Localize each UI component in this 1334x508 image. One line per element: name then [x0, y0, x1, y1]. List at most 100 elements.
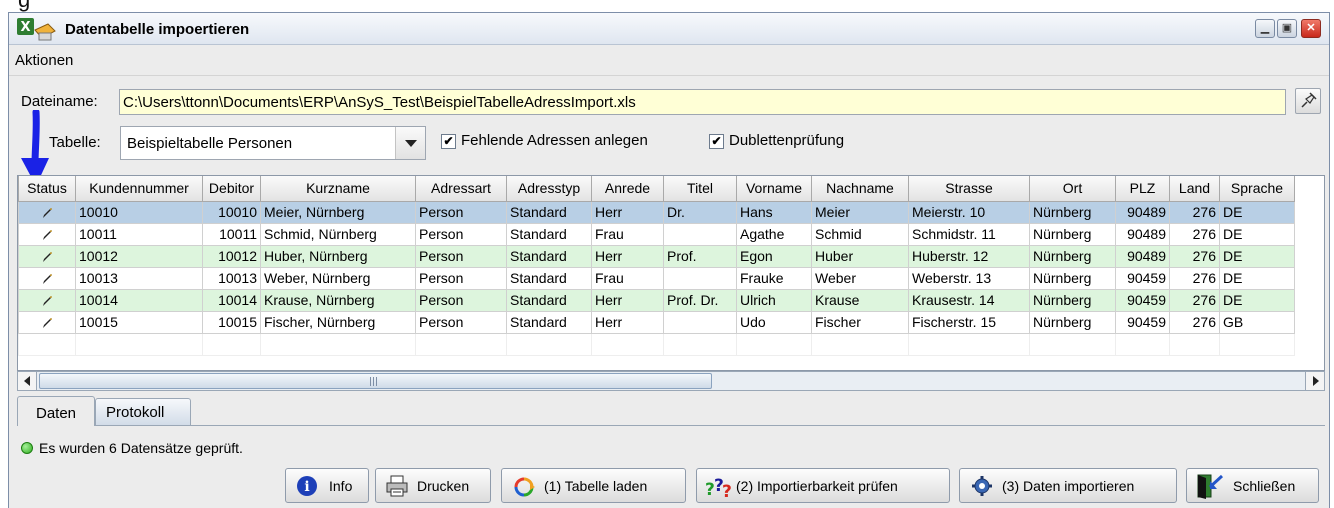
horizontal-scrollbar[interactable]: [17, 371, 1325, 391]
table-cell[interactable]: 90489: [1115, 222, 1170, 246]
table-cell[interactable]: 10013: [202, 266, 261, 290]
data-table[interactable]: Status Kundennummer Debitor Kurzname Adr…: [17, 175, 1325, 371]
table-cell[interactable]: Dr.: [663, 200, 737, 224]
table-cell[interactable]: 276: [1169, 288, 1220, 312]
tabelle-select[interactable]: Beispieltabelle Personen: [120, 126, 426, 160]
table-cell[interactable]: 10011: [75, 222, 203, 246]
table-row[interactable]: 10015 10015 Fischer, Nürnberg Person Standar…: [18, 310, 1295, 334]
column-header[interactable]: Nachname: [811, 176, 909, 202]
chevron-down-icon[interactable]: [395, 127, 425, 159]
table-cell[interactable]: 10013: [75, 266, 203, 290]
table-cell[interactable]: 10010: [202, 200, 261, 224]
status-cell[interactable]: [18, 244, 76, 268]
table-cell[interactable]: 10012: [202, 244, 261, 268]
status-cell[interactable]: [18, 222, 76, 246]
column-header[interactable]: Status: [18, 176, 76, 202]
column-header[interactable]: Vorname: [736, 176, 812, 202]
table-cell[interactable]: 276: [1169, 244, 1220, 268]
scroll-left-icon[interactable]: [18, 372, 37, 390]
table-cell[interactable]: 10015: [202, 310, 261, 334]
table-cell[interactable]: [663, 266, 737, 290]
close-icon[interactable]: ✕: [1301, 19, 1321, 38]
table-cell[interactable]: 276: [1169, 310, 1220, 334]
table-cell[interactable]: Weberstr. 13: [908, 266, 1030, 290]
table-cell[interactable]: Krause: [811, 288, 909, 312]
column-header[interactable]: Adresstyp: [506, 176, 592, 202]
tab-protokoll[interactable]: Protokoll: [95, 398, 191, 425]
column-header[interactable]: Land: [1169, 176, 1220, 202]
dublettenpruefung-checkbox[interactable]: ✔: [709, 134, 724, 149]
table-cell[interactable]: Fischer: [811, 310, 909, 334]
table-cell[interactable]: Frau: [591, 222, 664, 246]
table-row[interactable]: 10013 10013 Weber, Nürnberg Person Standard F…: [18, 266, 1295, 290]
table-cell[interactable]: Krausestr. 14: [908, 288, 1030, 312]
column-header[interactable]: PLZ: [1115, 176, 1170, 202]
table-cell[interactable]: Nürnberg: [1029, 244, 1116, 268]
table-cell[interactable]: Standard: [506, 200, 592, 224]
tabelle-laden-button[interactable]: (1) Tabelle laden: [501, 468, 686, 503]
table-cell[interactable]: 90459: [1115, 310, 1170, 334]
table-cell[interactable]: 276: [1169, 266, 1220, 290]
info-button[interactable]: i Info: [285, 468, 369, 503]
table-cell[interactable]: Ulrich: [736, 288, 812, 312]
maximize-icon[interactable]: ▣: [1277, 19, 1297, 38]
table-cell[interactable]: 276: [1169, 222, 1220, 246]
table-cell[interactable]: 90489: [1115, 200, 1170, 224]
tab-daten[interactable]: Daten: [17, 396, 95, 426]
column-header[interactable]: Titel: [663, 176, 737, 202]
scroll-right-icon[interactable]: [1305, 372, 1324, 390]
table-cell[interactable]: 10010: [75, 200, 203, 224]
table-cell[interactable]: 90459: [1115, 288, 1170, 312]
table-row[interactable]: 10014 10014 Krause, Nürnberg Person Standard…: [18, 288, 1295, 312]
column-header[interactable]: Sprache: [1219, 176, 1295, 202]
table-cell[interactable]: Huberstr. 12: [908, 244, 1030, 268]
table-cell[interactable]: Standard: [506, 222, 592, 246]
status-cell[interactable]: [18, 266, 76, 290]
table-cell[interactable]: Schmidstr. 11: [908, 222, 1030, 246]
table-cell[interactable]: Nürnberg: [1029, 200, 1116, 224]
table-cell[interactable]: DE: [1219, 266, 1295, 290]
browse-button[interactable]: [1295, 88, 1321, 114]
table-cell[interactable]: 90489: [1115, 244, 1170, 268]
table-cell[interactable]: DE: [1219, 200, 1295, 224]
status-cell[interactable]: [18, 288, 76, 312]
status-cell[interactable]: [18, 200, 76, 224]
table-cell[interactable]: GB: [1219, 310, 1295, 334]
table-cell[interactable]: Prof. Dr.: [663, 288, 737, 312]
column-header[interactable]: Kurzname: [260, 176, 416, 202]
daten-importieren-button[interactable]: (3) Daten importieren: [959, 468, 1177, 503]
column-header[interactable]: Ort: [1029, 176, 1116, 202]
table-cell[interactable]: Huber, Nürnberg: [260, 244, 416, 268]
column-header[interactable]: Anrede: [591, 176, 664, 202]
table-cell[interactable]: Nürnberg: [1029, 266, 1116, 290]
table-cell[interactable]: Schmid, Nürnberg: [260, 222, 416, 246]
table-cell[interactable]: Standard: [506, 310, 592, 334]
table-cell[interactable]: 10014: [202, 288, 261, 312]
scroll-thumb[interactable]: [39, 373, 712, 389]
importierbarkeit-pruefen-button[interactable]: ? ? ? (2) Importierbarkeit prüfen: [696, 468, 950, 503]
table-cell[interactable]: Herr: [591, 310, 664, 334]
table-cell[interactable]: Nürnberg: [1029, 288, 1116, 312]
table-cell[interactable]: 10011: [202, 222, 261, 246]
table-cell[interactable]: Meierstr. 10: [908, 200, 1030, 224]
table-cell[interactable]: [663, 310, 737, 334]
table-cell[interactable]: Schmid: [811, 222, 909, 246]
table-cell[interactable]: Person: [415, 266, 507, 290]
table-cell[interactable]: Huber: [811, 244, 909, 268]
fehlende-adressen-checkbox[interactable]: ✔: [441, 134, 456, 149]
column-header[interactable]: Strasse: [908, 176, 1030, 202]
table-row[interactable]: 10010 10010 Meier, Nürnberg Person Standard H…: [18, 200, 1295, 224]
dateiname-field[interactable]: C:\Users\ttonn\Documents\ERP\AnSyS_Test\…: [119, 89, 1286, 115]
table-cell[interactable]: 90459: [1115, 266, 1170, 290]
minimize-icon[interactable]: ▁: [1255, 19, 1275, 38]
column-header[interactable]: Kundennummer: [75, 176, 203, 202]
table-cell[interactable]: Nürnberg: [1029, 310, 1116, 334]
table-cell[interactable]: Standard: [506, 266, 592, 290]
table-cell[interactable]: Fischerstr. 15: [908, 310, 1030, 334]
table-cell[interactable]: Nürnberg: [1029, 222, 1116, 246]
table-cell[interactable]: Frau: [591, 266, 664, 290]
table-cell[interactable]: Agathe: [736, 222, 812, 246]
table-cell[interactable]: Person: [415, 244, 507, 268]
table-cell[interactable]: Fischer, Nürnberg: [260, 310, 416, 334]
table-cell[interactable]: Person: [415, 288, 507, 312]
